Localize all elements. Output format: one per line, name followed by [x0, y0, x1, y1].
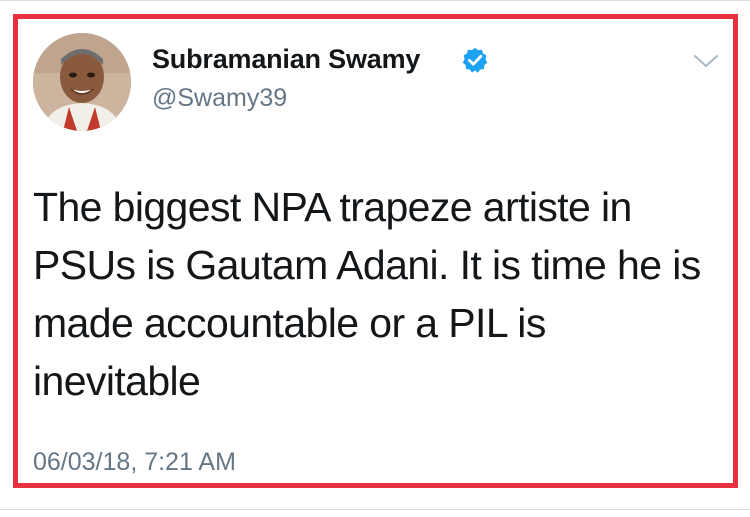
verified-badge-icon [462, 47, 488, 73]
tweet-timestamp[interactable]: 06/03/18, 7:21 AM [33, 448, 236, 477]
chevron-down-icon[interactable] [692, 52, 720, 70]
avatar[interactable] [33, 33, 131, 131]
display-name[interactable]: Subramanian Swamy [152, 44, 420, 75]
top-divider [0, 0, 750, 1]
tweet-text: The biggest NPA trapeze artiste in PSUs … [33, 184, 701, 404]
avatar-portrait [33, 33, 131, 131]
user-handle[interactable]: @Swamy39 [152, 84, 287, 113]
bottom-divider [0, 509, 750, 510]
